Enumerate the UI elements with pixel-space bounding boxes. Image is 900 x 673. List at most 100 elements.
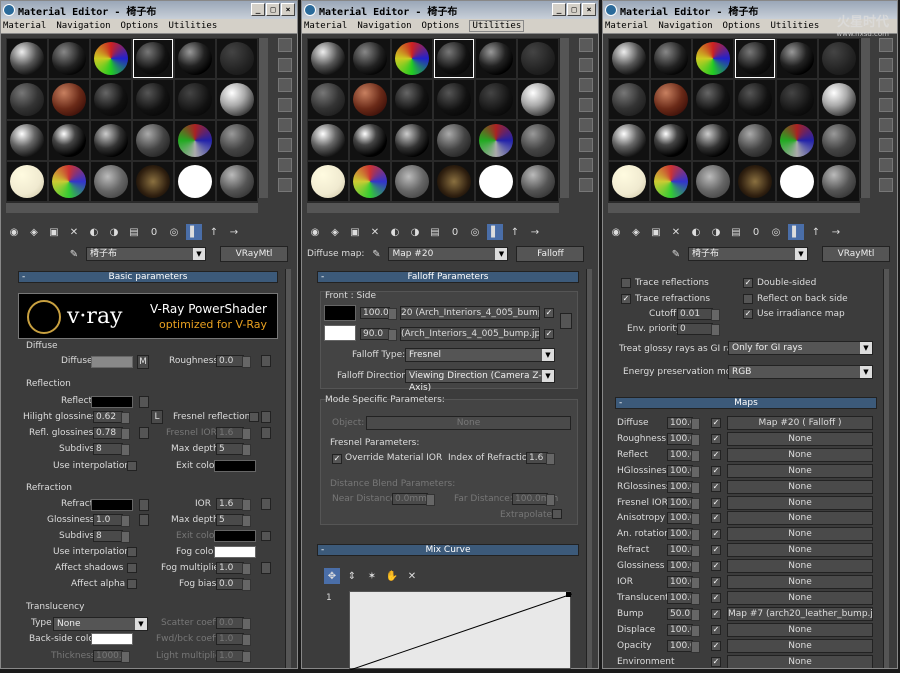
sample-slot[interactable] <box>693 39 733 78</box>
put-to-library-icon[interactable]: ▤ <box>126 224 142 240</box>
rollout-falloff-parameters[interactable]: - Falloff Parameters <box>317 271 579 283</box>
rollout-maps[interactable]: - Maps <box>615 397 877 409</box>
reset-icon[interactable]: ✕ <box>66 224 82 240</box>
map-slot-button[interactable]: None <box>727 431 873 446</box>
sample-slot[interactable] <box>392 121 432 160</box>
get-material-icon[interactable]: ◉ <box>307 224 323 240</box>
map-enabled-checkbox[interactable]: ✓ <box>711 449 721 460</box>
rollout-scrollbar[interactable] <box>285 269 291 668</box>
front-amount-spinner[interactable]: 100.0 <box>360 307 397 320</box>
fresnel-ior-map-button[interactable] <box>261 427 271 439</box>
refl-glossiness-spinner[interactable]: 0.78 <box>93 427 130 440</box>
front-map-button[interactable]: 20 (Arch_Interiors_4_005_bump.tif) <box>400 306 540 320</box>
sample-slot[interactable] <box>175 80 215 119</box>
glossiness-spinner[interactable]: 1.0 <box>93 514 130 527</box>
sample-slot[interactable] <box>392 39 432 78</box>
chevron-down-icon[interactable]: ▼ <box>495 248 508 260</box>
map-enabled-checkbox[interactable]: ✓ <box>711 577 721 587</box>
put-to-scene-icon[interactable]: ◈ <box>327 224 343 240</box>
sample-slot[interactable] <box>217 80 257 119</box>
map-amount-spinner[interactable]: 100.0 <box>667 591 700 605</box>
fog-multiplier-map-button[interactable] <box>261 562 271 574</box>
uv-tiling-icon[interactable] <box>579 98 593 112</box>
glossiness-map-button[interactable] <box>139 514 149 526</box>
sample-slot[interactable] <box>217 162 257 201</box>
falloff-type-dropdown[interactable]: Fresnel ▼ <box>405 348 555 362</box>
chevron-down-icon[interactable]: ▼ <box>860 366 872 378</box>
map-slot-button[interactable]: None <box>727 527 873 542</box>
backlight-icon[interactable] <box>579 58 593 72</box>
pick-material-icon[interactable]: ✎ <box>368 246 384 262</box>
map-name-field[interactable]: Map #20 ▼ <box>388 247 509 261</box>
sample-slot[interactable] <box>651 121 691 160</box>
sample-slot[interactable] <box>651 162 691 201</box>
menu-navigation[interactable]: Navigation <box>56 21 110 31</box>
map-slot-button[interactable]: None <box>727 622 873 637</box>
select-by-material-icon[interactable] <box>579 178 593 192</box>
sample-slot[interactable] <box>91 121 131 160</box>
backlight-icon[interactable] <box>879 58 893 72</box>
extrapolate-checkbox[interactable] <box>552 509 562 519</box>
material-name-field[interactable]: 椅子布 ▼ <box>688 247 808 261</box>
use-interpolation-checkbox[interactable] <box>127 461 137 471</box>
trace-reflections-checkbox[interactable] <box>621 278 631 288</box>
reset-icon[interactable]: ✕ <box>367 224 383 240</box>
sample-type-icon[interactable] <box>879 38 893 52</box>
hilight-glossiness-spinner[interactable]: 0.62 <box>93 411 130 424</box>
minimize-icon[interactable]: _ <box>552 3 566 16</box>
map-amount-spinner[interactable]: 100.0 <box>667 480 700 494</box>
background-icon[interactable] <box>879 78 893 92</box>
sample-slot[interactable] <box>49 121 89 160</box>
scale-point-icon[interactable]: ⇕ <box>344 568 360 584</box>
max-depth-refr-spinner[interactable]: 5 <box>216 514 251 527</box>
material-type-button[interactable]: VRayMtl <box>220 246 288 262</box>
menu-options[interactable]: Options <box>723 21 761 31</box>
sample-slot[interactable] <box>819 80 859 119</box>
mix-curve-graph[interactable] <box>349 591 573 671</box>
sample-slot[interactable] <box>819 162 859 201</box>
close-icon[interactable]: × <box>281 3 295 16</box>
sample-slot[interactable] <box>609 39 649 78</box>
sample-slot[interactable] <box>434 39 474 78</box>
sample-slot[interactable] <box>518 121 558 160</box>
reflect-map-button[interactable] <box>139 396 149 408</box>
map-amount-spinner[interactable]: 100.0 <box>667 432 700 446</box>
sample-slot[interactable] <box>777 162 817 201</box>
back-side-color-swatch[interactable] <box>91 633 133 645</box>
sample-slot[interactable] <box>476 39 516 78</box>
assign-to-selection-icon[interactable]: ▣ <box>46 224 62 240</box>
subdivs-refr-spinner[interactable]: 8 <box>93 530 130 543</box>
use-interpolation-refr-checkbox[interactable] <box>127 547 137 557</box>
make-preview-icon[interactable] <box>579 138 593 152</box>
put-to-scene-icon[interactable]: ◈ <box>26 224 42 240</box>
background-icon[interactable] <box>579 78 593 92</box>
map-amount-spinner[interactable]: 100.0 <box>667 544 700 558</box>
ior-spinner[interactable]: 1.6 <box>216 498 251 511</box>
sample-slot[interactable] <box>651 39 691 78</box>
copy-material-icon[interactable]: ◐ <box>387 224 403 240</box>
sample-slot[interactable] <box>308 121 348 160</box>
cutoff-spinner[interactable]: 0.01 <box>677 308 720 321</box>
sample-slot[interactable] <box>175 39 215 78</box>
falloff-direction-dropdown[interactable]: Viewing Direction (Camera Z-Axis) ▼ <box>405 369 555 393</box>
slots-h-scrollbar[interactable] <box>6 203 258 213</box>
affect-shadows-checkbox[interactable] <box>127 563 137 573</box>
make-preview-icon[interactable] <box>278 138 292 152</box>
title-bar[interactable]: Material Editor - 椅子布 _ □ × <box>1 1 297 19</box>
options-icon[interactable] <box>579 158 593 172</box>
sample-slot[interactable] <box>777 121 817 160</box>
assign-to-selection-icon[interactable]: ▣ <box>347 224 363 240</box>
sample-slot[interactable] <box>350 39 390 78</box>
sample-slot[interactable] <box>609 121 649 160</box>
move-point-icon[interactable]: ✥ <box>324 568 340 584</box>
menu-options[interactable]: Options <box>121 21 159 31</box>
diffuse-color-swatch[interactable] <box>91 356 133 368</box>
pick-material-icon[interactable]: ✎ <box>668 246 684 262</box>
near-distance-spinner[interactable]: 0.0mm <box>392 493 435 506</box>
slots-scrollbar[interactable] <box>860 38 870 198</box>
map-enabled-checkbox[interactable]: ✓ <box>711 592 721 603</box>
show-map-icon[interactable]: ◎ <box>166 224 182 240</box>
map-enabled-checkbox[interactable]: ✓ <box>711 608 721 619</box>
sample-slot[interactable] <box>392 80 432 119</box>
thickness-spinner[interactable]: 1000.0 <box>93 650 130 663</box>
